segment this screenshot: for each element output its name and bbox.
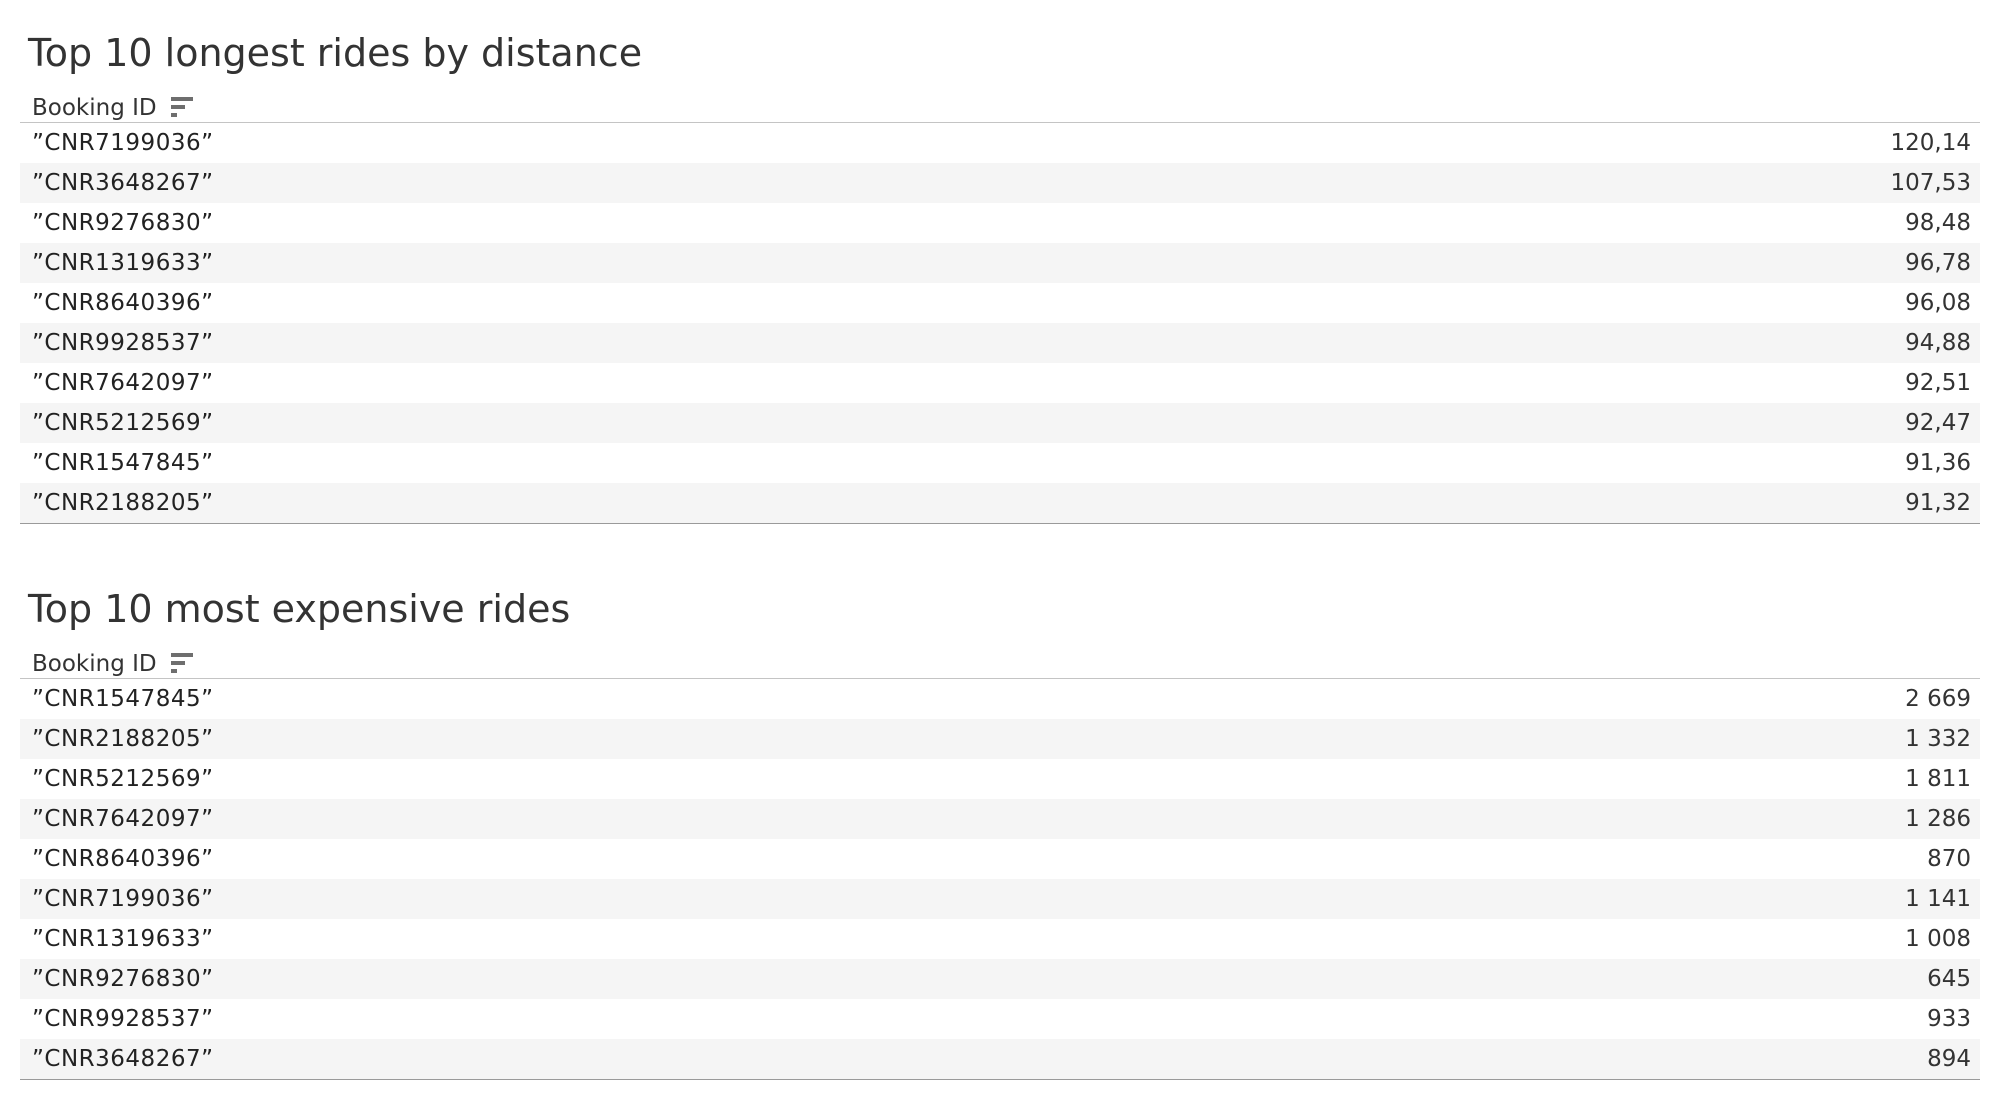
sort-descending-icon[interactable]	[170, 95, 193, 117]
table-row[interactable]: ”CNR3648267” 894	[20, 1039, 1980, 1079]
booking-id-cell: ”CNR2188205”	[32, 490, 214, 516]
table-row[interactable]: ”CNR9928537” 933	[20, 999, 1980, 1039]
booking-id-cell: ”CNR7199036”	[32, 130, 214, 156]
booking-id-cell: ”CNR5212569”	[32, 410, 214, 436]
booking-id-cell: ”CNR2188205”	[32, 726, 214, 752]
booking-id-column-header[interactable]: Booking ID	[32, 650, 157, 678]
fare-value-cell: 1 811	[1905, 766, 1971, 792]
table-row[interactable]: ”CNR3648267” 107,53	[20, 163, 1980, 203]
table-row[interactable]: ”CNR5212569” 92,47	[20, 403, 1980, 443]
fare-value-cell: 1 141	[1905, 886, 1971, 912]
booking-id-cell: ”CNR3648267”	[32, 1046, 214, 1072]
longest-rides-worksheet: Top 10 longest rides by distance Booking…	[20, 26, 1980, 524]
fare-value-cell: 870	[1927, 846, 1971, 872]
table-row[interactable]: ”CNR9276830” 645	[20, 959, 1980, 999]
table-row[interactable]: ”CNR5212569” 1 811	[20, 759, 1980, 799]
booking-id-cell: ”CNR8640396”	[32, 290, 214, 316]
distance-value-cell: 91,32	[1905, 490, 1971, 516]
table-row[interactable]: ”CNR1547845” 2 669	[20, 679, 1980, 719]
table-header: Booking ID	[20, 92, 1980, 123]
table-body: ”CNR7199036” 120,14 ”CNR3648267” 107,53 ”C…	[20, 123, 1980, 524]
table-row[interactable]: ”CNR2188205” 1 332	[20, 719, 1980, 759]
booking-id-cell: ”CNR7199036”	[32, 886, 214, 912]
booking-id-cell: ”CNR9928537”	[32, 1006, 214, 1032]
booking-id-cell: ”CNR9276830”	[32, 210, 214, 236]
table-row[interactable]: ”CNR9928537” 94,88	[20, 323, 1980, 363]
distance-value-cell: 98,48	[1905, 210, 1971, 236]
table-row[interactable]: ”CNR1547845” 91,36	[20, 443, 1980, 483]
booking-id-column-header[interactable]: Booking ID	[32, 94, 157, 122]
booking-id-cell: ”CNR1547845”	[32, 686, 214, 712]
table-body: ”CNR1547845” 2 669 ”CNR2188205” 1 332 ”CNR…	[20, 679, 1980, 1080]
table-row[interactable]: ”CNR1319633” 96,78	[20, 243, 1980, 283]
distance-value-cell: 92,47	[1905, 410, 1971, 436]
distance-value-cell: 94,88	[1905, 330, 1971, 356]
expensive-rides-worksheet: Top 10 most expensive rides Booking ID ”…	[20, 582, 1980, 1080]
table-row[interactable]: ”CNR7199036” 120,14	[20, 123, 1980, 163]
fare-value-cell: 933	[1927, 1006, 1971, 1032]
booking-id-cell: ”CNR7642097”	[32, 806, 214, 832]
booking-id-cell: ”CNR1547845”	[32, 450, 214, 476]
fare-value-cell: 2 669	[1905, 686, 1971, 712]
table-row[interactable]: ”CNR8640396” 96,08	[20, 283, 1980, 323]
fare-value-cell: 645	[1927, 966, 1971, 992]
table-row[interactable]: ”CNR1319633” 1 008	[20, 919, 1980, 959]
worksheet-title: Top 10 longest rides by distance	[28, 31, 643, 75]
distance-value-cell: 120,14	[1890, 130, 1971, 156]
fare-value-cell: 1 332	[1905, 726, 1971, 752]
booking-id-cell: ”CNR9276830”	[32, 966, 214, 992]
booking-id-cell: ”CNR3648267”	[32, 170, 214, 196]
table-row[interactable]: ”CNR7199036” 1 141	[20, 879, 1980, 919]
table-row[interactable]: ”CNR7642097” 92,51	[20, 363, 1980, 403]
table-header: Booking ID	[20, 648, 1980, 679]
table-row[interactable]: ”CNR2188205” 91,32	[20, 483, 1980, 523]
worksheet-title: Top 10 most expensive rides	[28, 587, 571, 631]
distance-value-cell: 96,08	[1905, 290, 1971, 316]
table-row[interactable]: ”CNR9276830” 98,48	[20, 203, 1980, 243]
booking-id-cell: ”CNR1319633”	[32, 926, 214, 952]
fare-value-cell: 894	[1927, 1046, 1971, 1072]
booking-id-cell: ”CNR8640396”	[32, 846, 214, 872]
fare-value-cell: 1 286	[1905, 806, 1971, 832]
booking-id-cell: ”CNR9928537”	[32, 330, 214, 356]
distance-value-cell: 107,53	[1890, 170, 1971, 196]
table-row[interactable]: ”CNR7642097” 1 286	[20, 799, 1980, 839]
distance-value-cell: 92,51	[1905, 370, 1971, 396]
booking-id-cell: ”CNR5212569”	[32, 766, 214, 792]
sort-descending-icon[interactable]	[170, 651, 193, 673]
booking-id-cell: ”CNR1319633”	[32, 250, 214, 276]
booking-id-cell: ”CNR7642097”	[32, 370, 214, 396]
distance-value-cell: 96,78	[1905, 250, 1971, 276]
table-row[interactable]: ”CNR8640396” 870	[20, 839, 1980, 879]
distance-value-cell: 91,36	[1905, 450, 1971, 476]
fare-value-cell: 1 008	[1905, 926, 1971, 952]
